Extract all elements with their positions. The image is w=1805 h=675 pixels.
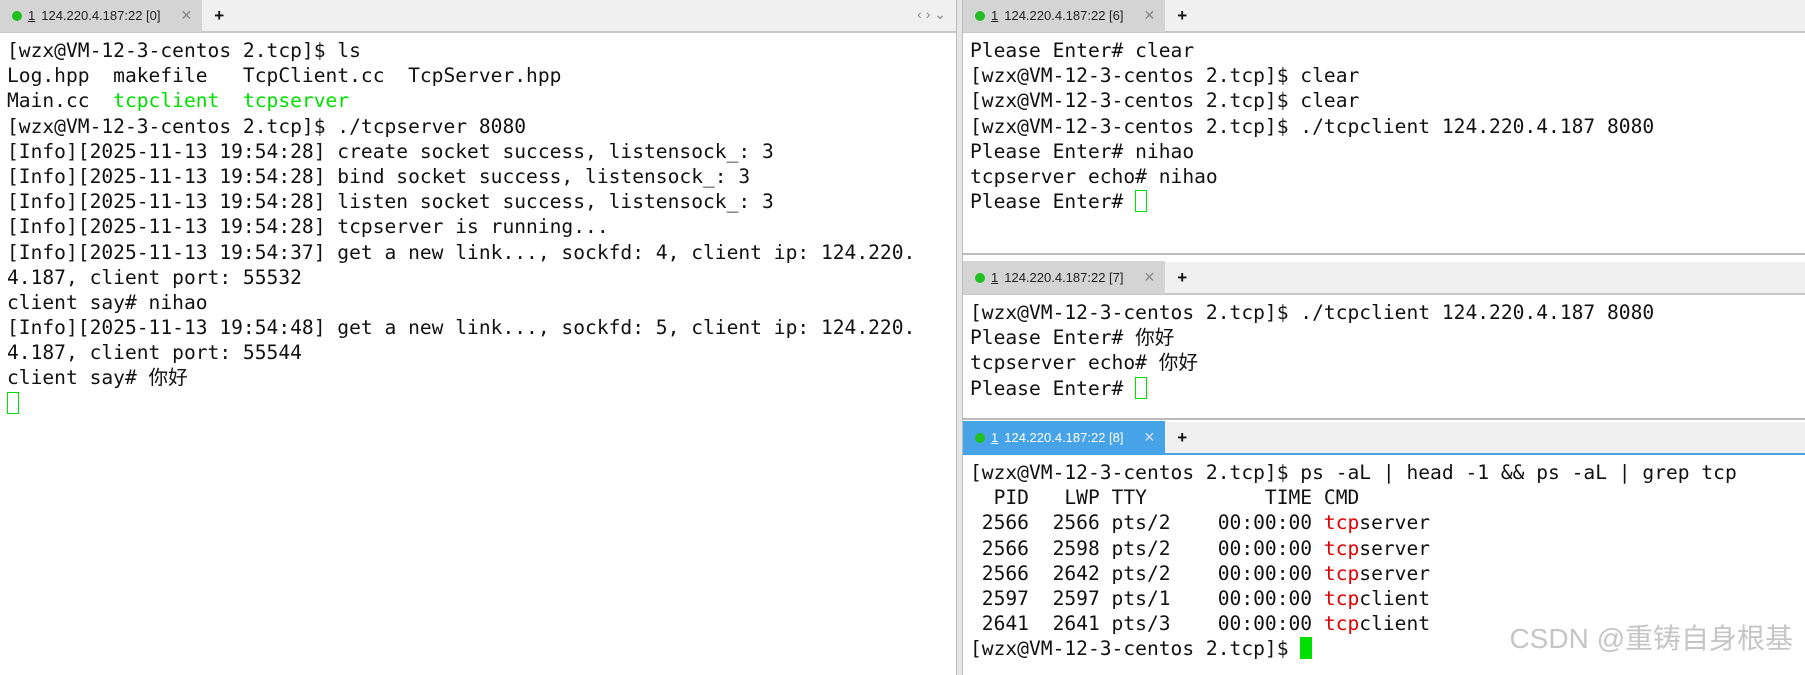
close-icon[interactable]: ✕ — [1144, 7, 1156, 24]
left-terminal-pane: 1 124.220.4.187:22 [0] ✕ + ‹ › ⌄ [wzx@VM-1… — [0, 0, 956, 675]
terminal-line: client say# 你好 — [7, 366, 188, 390]
terminal-line: [wzx@VM-12-3-centos 2.tcp]$ ./tcpserver … — [7, 114, 527, 138]
terminal-line: [Info][2025-11-13 19:54:28] tcpserver is… — [7, 215, 609, 239]
tab-session-7[interactable]: 1 124.220.4.187:22 [7] ✕ — [963, 261, 1166, 294]
terminal-line: Please Enter# — [970, 189, 1805, 214]
terminal-line: [wzx@VM-12-3-centos 2.tcp]$ clear — [970, 64, 1360, 88]
close-icon[interactable]: ✕ — [1144, 269, 1156, 286]
tab-bar: 1 124.220.4.187:22 [7] ✕ + — [963, 261, 1805, 295]
connected-icon — [975, 432, 985, 443]
tab-scroll-icon[interactable]: ‹ › ⌄ — [917, 6, 946, 23]
terminal-line: [Info][2025-11-13 19:54:48] get a new li… — [7, 316, 916, 340]
terminal-line: 2597 2597 pts/1 00:00:00 tcpclient — [970, 586, 1431, 610]
cursor — [7, 391, 19, 414]
terminal-line: client say# nihao — [7, 290, 208, 314]
terminal-line: [wzx@VM-12-3-centos 2.tcp]$ ./tcpclient … — [970, 114, 1655, 138]
pane-splitter[interactable] — [963, 253, 1805, 255]
terminal-line: Log.hpp makefile TcpClient.cc TcpServer.… — [7, 64, 562, 88]
terminal-line: 2566 2642 pts/2 00:00:00 tcpserver — [970, 561, 1431, 585]
pane-splitter[interactable] — [963, 418, 1805, 420]
cursor — [1300, 637, 1313, 660]
terminal-line: PID LWP TTY TIME CMD — [970, 486, 1360, 510]
terminal-line: tcpserver echo# 你好 — [970, 351, 1198, 375]
tab-bar: 1 124.220.4.187:22 [6] ✕ + — [963, 0, 1805, 33]
close-icon[interactable]: ✕ — [181, 7, 193, 24]
terminal-line: [wzx@VM-12-3-centos 2.tcp]$ clear — [970, 89, 1360, 113]
new-tab-button[interactable]: + — [214, 6, 224, 26]
terminal-line: 4.187, client port: 55532 — [7, 265, 302, 289]
terminal-line: [wzx@VM-12-3-centos 2.tcp]$ ./tcpclient … — [970, 301, 1655, 324]
terminal-line: [wzx@VM-12-3-centos 2.tcp]$ ls — [7, 39, 361, 62]
close-icon[interactable]: ✕ — [1144, 429, 1156, 446]
top-right-terminal-pane: 1 124.220.4.187:22 [6] ✕ + Please Enter# c… — [963, 0, 1805, 253]
new-tab-button[interactable]: + — [1177, 6, 1187, 26]
connected-icon — [12, 10, 22, 21]
watermark: CSDN @重铸自身根基 — [1509, 623, 1793, 654]
pane-splitter[interactable] — [956, 0, 963, 675]
terminal-line: 4.187, client port: 55544 — [7, 341, 302, 365]
connected-icon — [975, 272, 985, 283]
terminal-line: [Info][2025-11-13 19:54:28] bind socket … — [7, 164, 751, 188]
middle-right-terminal-pane: 1 124.220.4.187:22 [7] ✕ + [wzx@VM-12-3-ce… — [963, 261, 1805, 418]
terminal-line: [wzx@VM-12-3-centos 2.tcp]$ ps -aL | hea… — [970, 461, 1737, 484]
terminal-line: [Info][2025-11-13 19:54:28] listen socke… — [7, 190, 774, 214]
terminal-line: Please Enter# clear — [970, 39, 1195, 62]
tab-bar: 1 124.220.4.187:22 [8] ✕ + — [963, 421, 1805, 455]
terminal-line: Main.cc tcpclient tcpserver — [7, 89, 350, 113]
new-tab-button[interactable]: + — [1177, 428, 1187, 448]
tab-session-0[interactable]: 1 124.220.4.187:22 [0] ✕ — [0, 0, 203, 32]
terminal-line: tcpserver echo# nihao — [970, 164, 1218, 188]
tab-bar: 1 124.220.4.187:22 [0] ✕ + ‹ › ⌄ — [0, 0, 956, 33]
terminal-line: Please Enter# nihao — [970, 139, 1195, 163]
cursor — [1135, 190, 1148, 213]
new-tab-button[interactable]: + — [1177, 268, 1187, 288]
terminal-line: 2566 2566 pts/2 00:00:00 tcpserver — [970, 511, 1431, 535]
terminal-output[interactable]: [wzx@VM-12-3-centos 2.tcp]$ ls Log.hpp m… — [7, 38, 956, 416]
terminal-line: Please Enter# — [970, 376, 1805, 401]
cursor — [1135, 376, 1148, 399]
terminal-line: [Info][2025-11-13 19:54:37] get a new li… — [7, 240, 916, 264]
connected-icon — [975, 10, 985, 21]
terminal-output[interactable]: [wzx@VM-12-3-centos 2.tcp]$ ./tcpclient … — [970, 300, 1805, 401]
terminal-line: 2566 2598 pts/2 00:00:00 tcpserver — [970, 536, 1431, 560]
tab-session-6[interactable]: 1 124.220.4.187:22 [6] ✕ — [963, 0, 1166, 32]
tab-session-8[interactable]: 1 124.220.4.187:22 [8] ✕ — [963, 421, 1166, 454]
terminal-output[interactable]: Please Enter# clear [wzx@VM-12-3-centos … — [970, 38, 1805, 214]
terminal-line — [7, 391, 956, 416]
terminal-line: [Info][2025-11-13 19:54:28] create socke… — [7, 139, 774, 163]
terminal-line: Please Enter# 你好 — [970, 326, 1175, 350]
